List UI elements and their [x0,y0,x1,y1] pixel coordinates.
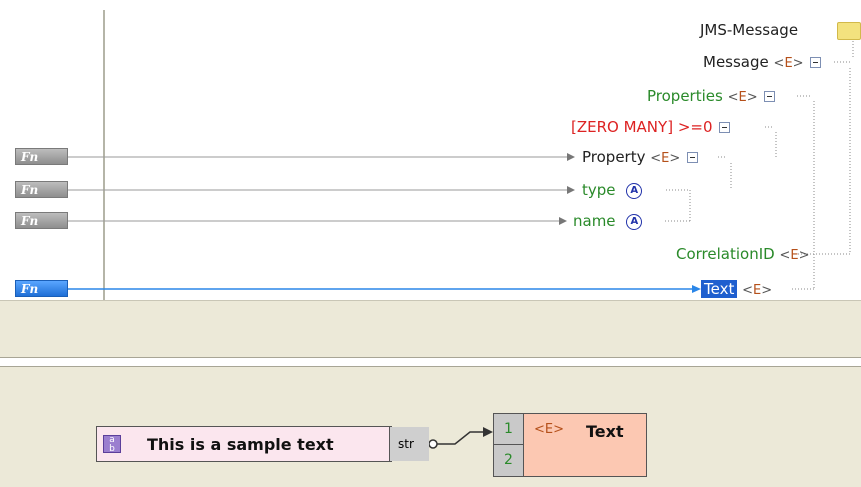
output-port[interactable]: str [389,427,429,461]
input-arrow-icon [483,427,493,437]
element-icon: <E> [534,422,565,437]
designer-connector [428,427,493,449]
target-label: Text [586,422,624,441]
input-port-2[interactable]: 2 [494,445,524,476]
output-port-icon [428,439,438,449]
constant-icon: ab [103,435,121,454]
constant-value: This is a sample text [147,435,334,454]
input-port-1[interactable]: 1 [494,414,524,445]
target-component[interactable]: 1 2 <E> Text [493,413,647,477]
constant-component[interactable]: ab This is a sample text str [96,426,429,462]
